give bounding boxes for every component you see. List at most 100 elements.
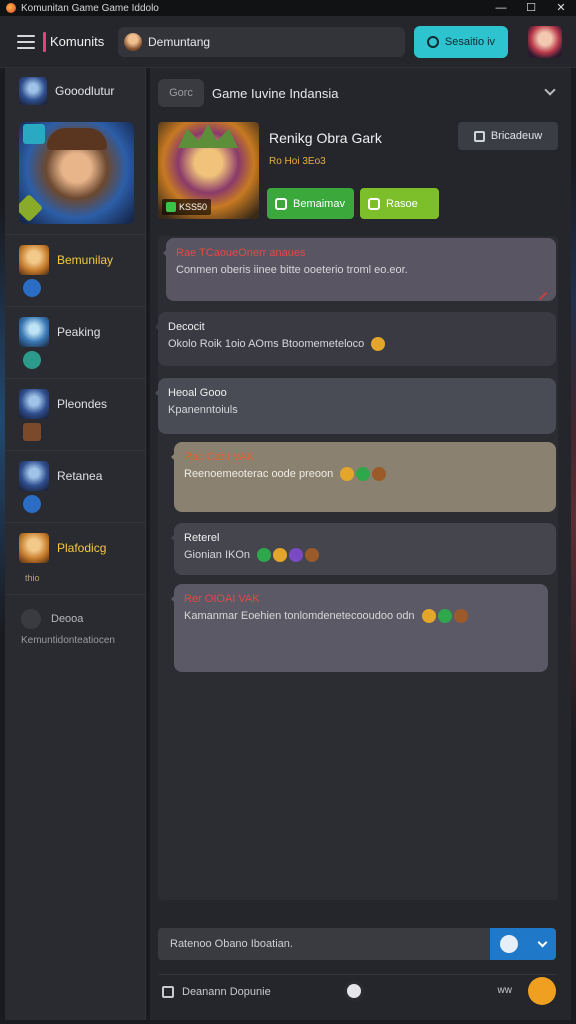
chevron-down-icon[interactable] [537,937,548,948]
app-icon [6,3,16,13]
breadcrumb-chip[interactable]: Gorc [158,79,204,107]
green-gem-icon [257,548,272,563]
status-ring-icon [426,36,439,48]
hamburger-menu-icon[interactable] [17,34,35,49]
secondary-action-label: Rasoe [386,197,418,210]
blue-badge-icon [23,279,41,297]
cover-tag-text: KSS50 [179,202,208,212]
page-title: Game Iuvine Indansia [212,85,339,101]
message-bubble[interactable]: Rac CabI VAK Reenoemeoterac oode preoon [171,442,556,512]
sidebar-top-label: Gooodlutur [55,84,115,98]
minimize-button[interactable]: — [486,0,516,16]
primary-action-button[interactable]: Bemaimav [267,188,354,219]
message-author: Rae TCaoueOnerr anaues [176,247,306,259]
brown-badge-icon [23,423,41,441]
game-profile-card: KSS50 Renikg Obra Gark Ro Hoi 3Eo3 Bemai… [158,122,558,220]
green-gem-icon [437,609,452,624]
emoji-icon[interactable] [500,935,519,953]
profile-avatar[interactable] [528,26,562,58]
broadcast-icon [473,130,485,142]
featured-hero-image[interactable] [19,122,134,224]
cover-tag: KSS50 [162,199,212,215]
sidebar-header[interactable]: Gooodlutur [5,68,145,114]
message-body: Gionian IKOn [184,548,546,563]
sidebar-item-label: Plafodicg [57,541,107,555]
sidebar-item-peaking[interactable]: Peaking [5,306,145,378]
close-button[interactable]: ✕ [546,0,576,16]
message-author: Reterel [184,532,220,544]
search-value: Demuntang [148,35,211,49]
placeholder-avatar-icon [21,609,41,629]
message-feed[interactable]: Rae TCaoueOnerr anaues Conmen oberis iin… [155,236,558,900]
send-button[interactable] [490,928,556,960]
message-author: Heoal Gooo [168,387,227,399]
brand-mark-icon [43,31,46,52]
sidebar-item-bemunilay[interactable]: Bemunilay [5,234,145,306]
sidebar-footer-sub: Kemuntidonteatiocen [21,635,115,646]
sidebar-item-label: Pleondes [57,397,108,411]
message-author: Rer OIOAI VAK [184,593,260,605]
sidebar-list: Bemunilay Peaking Pleondes Retanea Plafo… [5,234,145,594]
broadcast-label: Bricadeuw [490,130,543,142]
message-body: Kamanmar Eoehien tonlomdenetecooudoo odn [184,609,538,624]
primary-action-label: Bemaimav [293,197,345,210]
sidebar-item-plafodicg[interactable]: Plafodicg thio [5,522,145,594]
notification-orb-icon[interactable] [528,977,556,1005]
sidebar-item-label: Bemunilay [57,253,114,267]
game-cover-image[interactable]: KSS50 [158,122,259,219]
reaction-icons [257,548,321,563]
hero-crown [178,124,238,148]
search-input[interactable]: Demuntang [118,27,405,57]
blue-badge-icon [23,495,41,513]
sidebar-item-label: Peaking [57,325,101,339]
message-bubble[interactable]: Rae TCaoueOnerr anaues Conmen oberis iin… [163,238,556,301]
star-icon [340,467,355,482]
message-body: Conmen oberis iinee bitte ooeterio troml… [176,264,408,276]
message-input[interactable]: Ratenoo Obano Iboatian. [158,928,556,960]
window-title: Komunitan Game Game Iddolo [21,2,159,14]
broadcast-button[interactable]: Bricadeuw [458,122,558,150]
hero-badge-right-icon [19,193,44,223]
breadcrumb[interactable]: Gorc Game Iuvine Indansia [158,78,558,108]
message-bubble[interactable]: Heoal Gooo Kpanenntoiuls [155,378,556,434]
sidebar-item-pleondes[interactable]: Pleondes [5,378,145,450]
avatar-icon [305,548,320,563]
sidebar-footer[interactable]: Deooa Kemuntidonteatiocen [5,594,145,646]
message-body: Kpanenntoiuls [168,404,238,416]
checkbox-icon [275,197,287,210]
user-avatar-icon [124,33,142,51]
message-author: Decocit [168,321,205,333]
footer-label: Deanann Dopunie [182,985,271,998]
avatar-icon [453,609,468,624]
footer-right-text: ww [497,985,512,996]
message-author: Rac CabI VAK [184,451,255,463]
message-bubble[interactable]: Decocit Okolo Roik 1oio AOms Btoomemetel… [155,312,556,366]
chevron-down-icon[interactable] [544,84,556,96]
item-avatar-icon [19,461,49,491]
window-titlebar: Komunitan Game Game Iddolo — ☐ ✕ [0,0,576,16]
message-text: Gionian IKOn [184,549,251,561]
message-body: Okolo Roik 1oio AOms Btoomemeteloco [168,337,546,352]
message-text: Okolo Roik 1oio AOms Btoomemeteloco [168,338,365,350]
reaction-icons [340,467,388,482]
message-text: Kamanmar Eoehien tonlomdenetecooudoo odn [184,610,415,622]
avatar-icon [372,467,387,482]
gold-emoji-icon [371,337,386,352]
document-icon[interactable] [162,985,174,998]
secondary-action-button[interactable]: Rasoe [360,188,439,219]
hero-hat [47,128,107,150]
window-controls: — ☐ ✕ [486,0,576,16]
settings-icon[interactable] [344,981,364,1001]
sidebar-item-label: Retanea [57,469,103,483]
item-avatar-icon [19,533,49,563]
header-action-button[interactable]: Sesaitio iv [414,26,508,58]
brand-name: Komunits [50,34,105,49]
sidebar-item-retanea[interactable]: Retanea [5,450,145,522]
brand-logo[interactable]: Komunits [43,30,104,54]
sidebar-footer-label: Deooa [51,613,84,625]
message-bubble[interactable]: Rer OIOAI VAK Kamanmar Eoehien tonlomden… [171,584,548,672]
smiley-icon [368,197,380,210]
message-bubble[interactable]: Reterel Gionian IKOn [171,523,556,575]
message-body: Reenoemeoterac oode preoon [184,467,546,482]
maximize-button[interactable]: ☐ [516,0,546,16]
